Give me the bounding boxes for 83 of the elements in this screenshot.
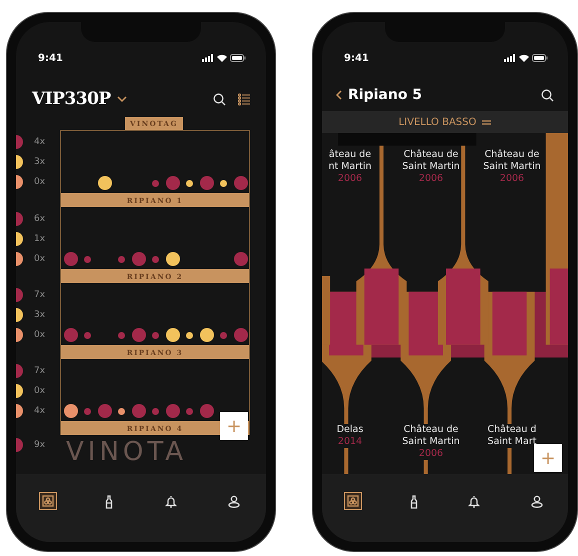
- bottle-dot[interactable]: [200, 176, 214, 190]
- bottle-count: 3x: [34, 157, 46, 167]
- bell-icon: [164, 495, 177, 508]
- back-icon[interactable]: [336, 90, 342, 100]
- bottle-dot[interactable]: [186, 180, 193, 186]
- add-button[interactable]: +: [220, 412, 248, 440]
- battery-icon: [532, 54, 548, 62]
- bottle-count: 6x: [34, 214, 46, 224]
- add-button[interactable]: +: [534, 444, 562, 472]
- wifi-icon: [519, 54, 529, 62]
- cellar-icon: [347, 495, 360, 507]
- bottle-dot[interactable]: [118, 332, 125, 338]
- bottle-dot[interactable]: [234, 252, 248, 266]
- shelf-title: Ripiano 5: [348, 87, 422, 103]
- bottle-dot[interactable]: [98, 404, 112, 418]
- bottle-dot[interactable]: [166, 328, 180, 342]
- bottle-dot[interactable]: [132, 328, 146, 342]
- bottle-count: 0x: [34, 254, 46, 264]
- background-logo: VINOTA: [66, 437, 188, 467]
- profile-icon: [228, 495, 240, 508]
- bottle-dot[interactable]: [84, 256, 91, 262]
- wine-name: Château de: [404, 424, 458, 436]
- bottle-dot[interactable]: [220, 332, 227, 338]
- cellar-icon: [42, 495, 54, 507]
- bottle-dot[interactable]: [234, 176, 248, 190]
- bottle-count: 0x: [34, 330, 46, 340]
- bottle-dot[interactable]: [234, 328, 248, 342]
- bottle-dot[interactable]: [200, 328, 214, 342]
- bottle-dot[interactable]: [152, 408, 159, 414]
- bottle-icon: [410, 495, 418, 509]
- bottle-dot[interactable]: [166, 252, 180, 266]
- wine-name: Saint Mart: [488, 436, 536, 448]
- bottle-count: 7x: [34, 366, 46, 376]
- profile-icon: [530, 495, 543, 508]
- bottle-icon: [105, 495, 114, 509]
- bottle-dot[interactable]: [166, 176, 180, 190]
- bottle-dot[interactable]: [152, 332, 159, 338]
- bottle-dot[interactable]: [220, 180, 227, 186]
- status-time: 9:41: [344, 52, 369, 64]
- cellar-title: VIP330P: [32, 89, 111, 109]
- bottle-dot[interactable]: [118, 256, 125, 262]
- wine-name: Château d: [488, 424, 536, 436]
- equals-icon[interactable]: [482, 120, 492, 124]
- wine-year: 2014: [338, 436, 362, 448]
- signal-icon: [202, 54, 214, 62]
- bottle-dot[interactable]: [200, 404, 214, 418]
- tab-button[interactable]: [38, 492, 57, 510]
- bottle-dot[interactable]: [186, 332, 193, 338]
- bottle-count: 4x: [34, 137, 46, 147]
- bottle-count: 7x: [34, 290, 46, 300]
- bottle-count: 3x: [34, 310, 46, 320]
- bottle-dot[interactable]: [186, 408, 193, 414]
- bottle-dot[interactable]: [98, 176, 112, 190]
- bottle-dot[interactable]: [166, 404, 180, 418]
- bell-icon: [468, 495, 480, 508]
- bottle-dot[interactable]: [132, 404, 146, 418]
- bottle-dot[interactable]: [152, 180, 159, 186]
- bottle-count: 0x: [34, 177, 46, 187]
- signal-icon: [504, 54, 516, 62]
- wifi-icon: [217, 54, 227, 62]
- wine-name: Delas: [336, 424, 364, 436]
- bottle-count: 9x: [34, 440, 46, 450]
- bottle-dot[interactable]: [84, 408, 91, 414]
- bottle-dot[interactable]: [132, 252, 146, 266]
- wine-name: Saint Martin: [402, 436, 460, 448]
- list-icon[interactable]: [238, 92, 250, 106]
- bottle-dot[interactable]: [64, 252, 78, 266]
- bottle-count: 4x: [34, 406, 46, 416]
- bottle-dot[interactable]: [64, 328, 78, 342]
- bottle-count: 1x: [34, 234, 46, 244]
- search-icon[interactable]: [541, 88, 554, 102]
- wine-year: 2006: [418, 448, 444, 460]
- chevron-down-icon[interactable]: [116, 96, 127, 102]
- level-label: LIVELLO BASSO: [398, 116, 476, 128]
- battery-icon: [230, 54, 246, 62]
- bottle-dot[interactable]: [84, 332, 91, 338]
- search-icon[interactable]: [213, 92, 226, 106]
- bottle-count: 0x: [34, 386, 46, 396]
- tab-button[interactable]: [344, 492, 362, 510]
- bottle-dot[interactable]: [64, 404, 78, 418]
- bottle-dot[interactable]: [152, 256, 159, 262]
- bottle-dot[interactable]: [118, 408, 125, 414]
- status-time: 9:41: [38, 52, 63, 64]
